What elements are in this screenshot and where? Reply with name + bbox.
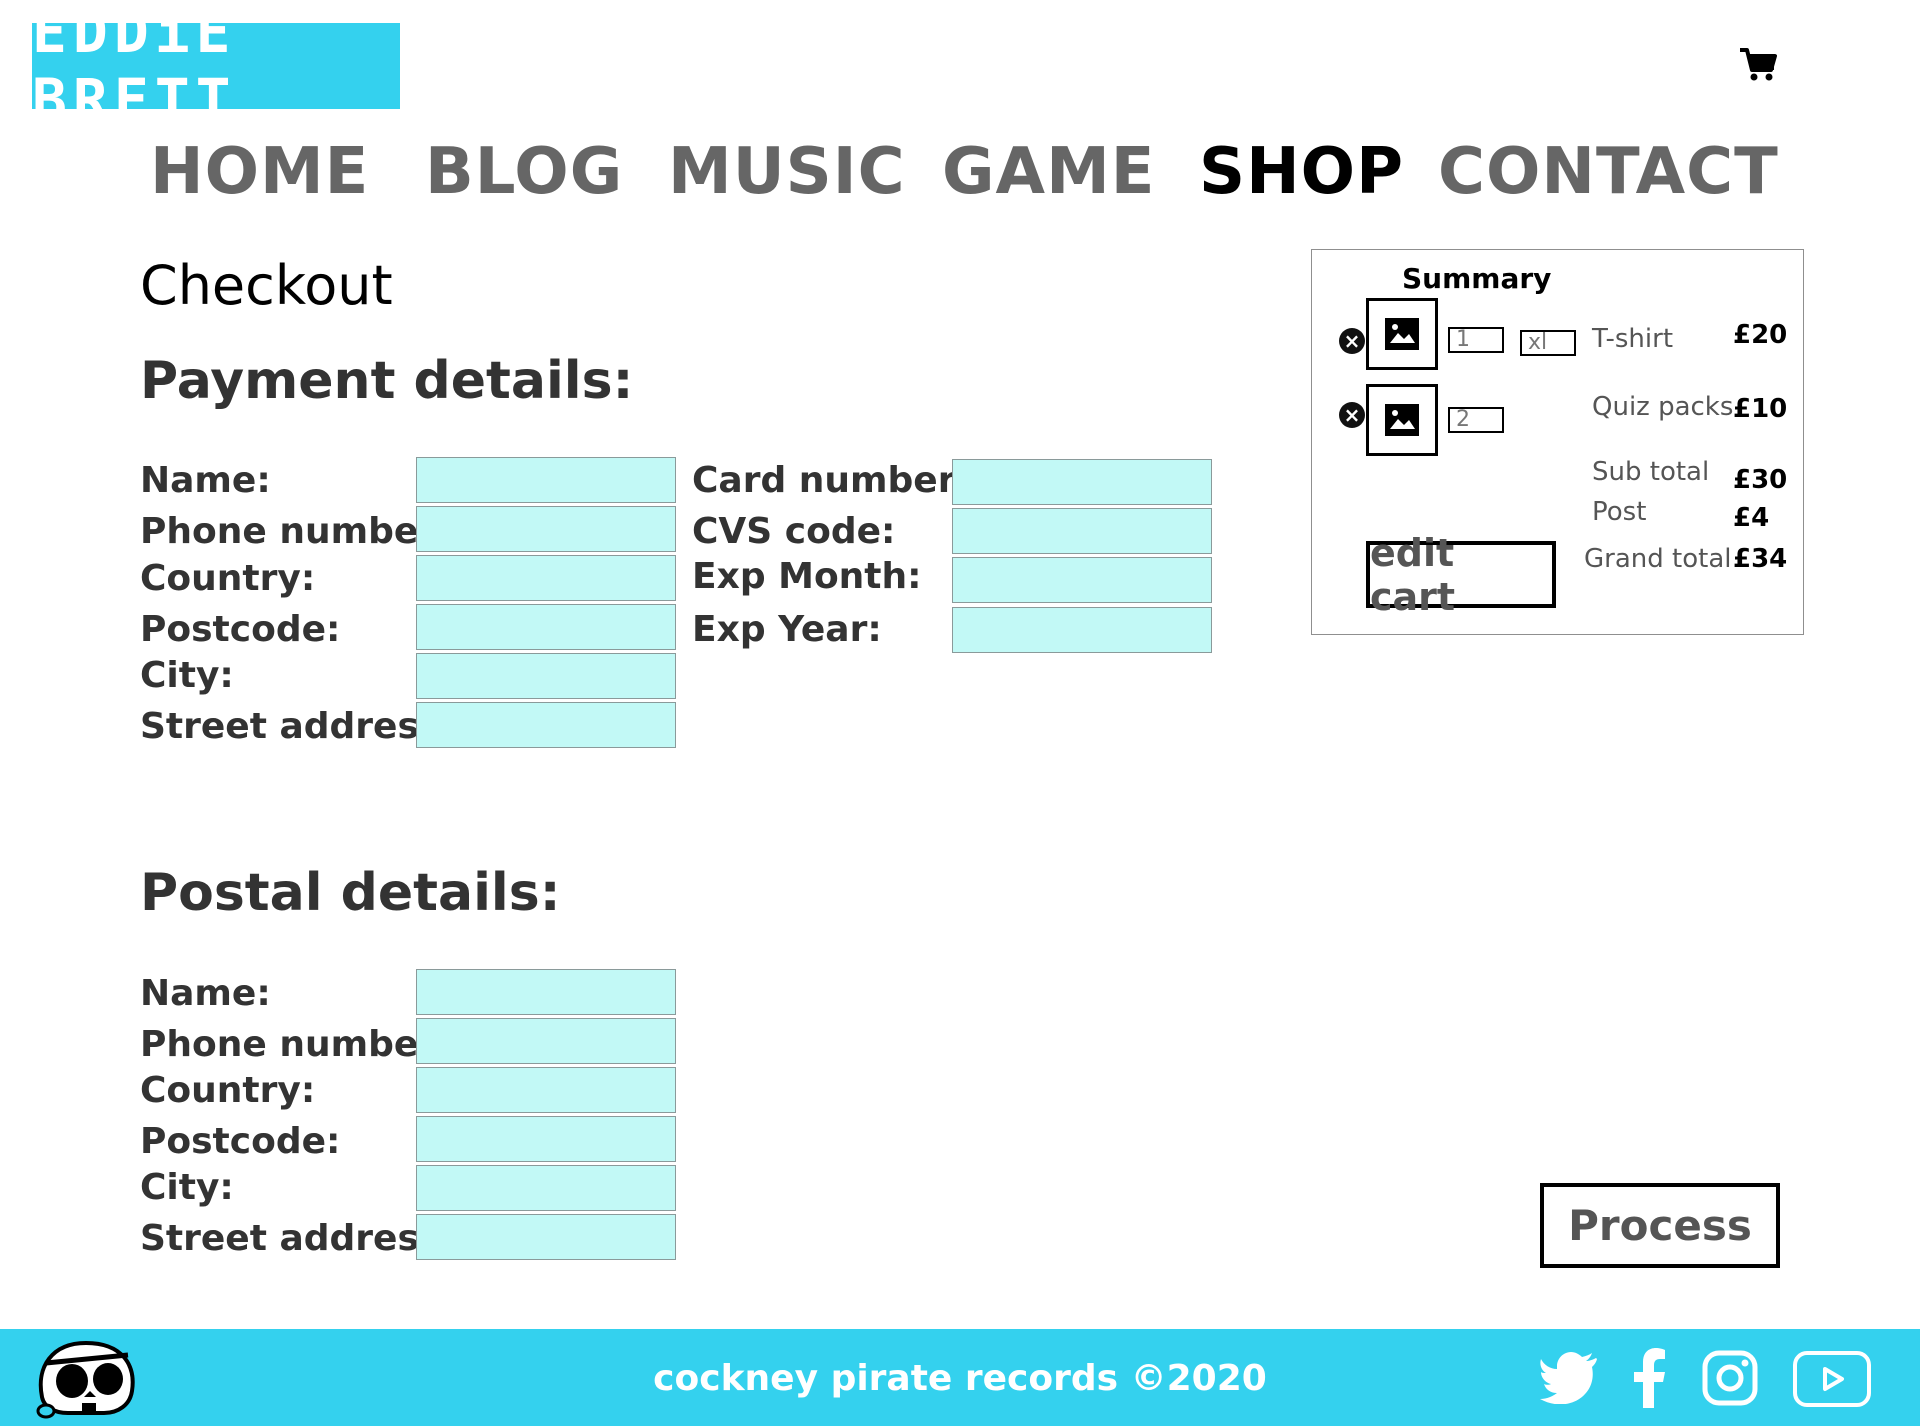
payment-city-label: City: (140, 655, 234, 696)
payment-postcode-field[interactable] (416, 604, 676, 650)
item-name: Quiz packs (1592, 392, 1734, 422)
summary-title: Summary (1402, 262, 1552, 295)
nav-blog[interactable]: BLOG (425, 134, 623, 210)
item-price: £20 (1733, 320, 1788, 350)
postal-country-label: Country: (140, 1070, 316, 1111)
payment-country-label: Country: (140, 558, 316, 599)
facebook-icon[interactable] (1632, 1348, 1666, 1408)
payment-heading: Payment details: (140, 351, 634, 411)
postal-phone-label: Phone number: (140, 1024, 451, 1065)
postal-city-field[interactable] (416, 1165, 676, 1211)
item-size-field[interactable]: xl (1520, 330, 1576, 356)
site-logo[interactable]: EDDiE BRETT (32, 0, 400, 134)
twitter-icon[interactable] (1540, 1352, 1598, 1405)
exp-month-field[interactable] (952, 557, 1212, 603)
post-label: Post (1592, 497, 1647, 527)
process-button[interactable]: Process (1540, 1183, 1780, 1268)
postal-street-label: Street address: (140, 1218, 455, 1259)
product-image-icon (1366, 384, 1438, 456)
payment-phone-field[interactable] (416, 506, 676, 552)
postal-street-field[interactable] (416, 1214, 676, 1260)
page-title: Checkout (140, 254, 393, 317)
payment-country-field[interactable] (416, 555, 676, 601)
exp-year-label: Exp Year: (692, 609, 882, 650)
item-quantity-field[interactable]: 1 (1448, 327, 1504, 353)
item-price: £10 (1733, 394, 1788, 424)
postal-phone-field[interactable] (416, 1018, 676, 1064)
card-number-label: Card number: (692, 460, 970, 501)
edit-cart-button[interactable]: edit cart (1366, 531, 1556, 619)
youtube-icon[interactable] (1792, 1350, 1872, 1408)
postal-name-field[interactable] (416, 969, 676, 1015)
postal-city-label: City: (140, 1167, 234, 1208)
instagram-icon[interactable] (1702, 1350, 1758, 1406)
postal-postcode-label: Postcode: (140, 1121, 341, 1162)
item-quantity-field[interactable]: 2 (1448, 407, 1504, 433)
nav-contact[interactable]: CONTACT (1438, 134, 1779, 210)
post-value: £4 (1733, 503, 1770, 533)
exp-year-field[interactable] (952, 607, 1212, 653)
cvs-code-label: CVS code: (692, 511, 896, 552)
payment-street-field[interactable] (416, 702, 676, 748)
nav-game[interactable]: GAME (942, 134, 1155, 210)
sub-total-value: £30 (1733, 465, 1788, 495)
payment-name-label: Name: (140, 460, 271, 501)
nav-home[interactable]: HOME (150, 134, 369, 210)
item-name: T-shirt (1592, 324, 1674, 354)
postal-country-field[interactable] (416, 1067, 676, 1113)
grand-total-label: Grand total (1584, 544, 1732, 574)
nav-shop[interactable]: SHOP (1199, 134, 1404, 210)
remove-item-icon[interactable]: × (1339, 402, 1365, 428)
postal-postcode-field[interactable] (416, 1116, 676, 1162)
postal-name-label: Name: (140, 973, 271, 1014)
card-number-field[interactable] (952, 459, 1212, 505)
cvs-code-field[interactable] (952, 508, 1212, 554)
product-image-icon (1366, 298, 1438, 370)
remove-item-icon[interactable]: × (1339, 328, 1365, 354)
payment-city-field[interactable] (416, 653, 676, 699)
postal-heading: Postal details: (140, 863, 561, 923)
grand-total-value: £34 (1733, 544, 1788, 574)
payment-street-label: Street address: (140, 706, 455, 747)
exp-month-label: Exp Month: (692, 556, 922, 597)
shopping-cart-icon[interactable] (1738, 45, 1778, 85)
nav-music[interactable]: MUSIC (668, 134, 906, 210)
payment-name-field[interactable] (416, 457, 676, 503)
sub-total-label: Sub total (1592, 457, 1710, 487)
payment-phone-label: Phone number: (140, 511, 451, 552)
payment-postcode-label: Postcode: (140, 609, 341, 650)
